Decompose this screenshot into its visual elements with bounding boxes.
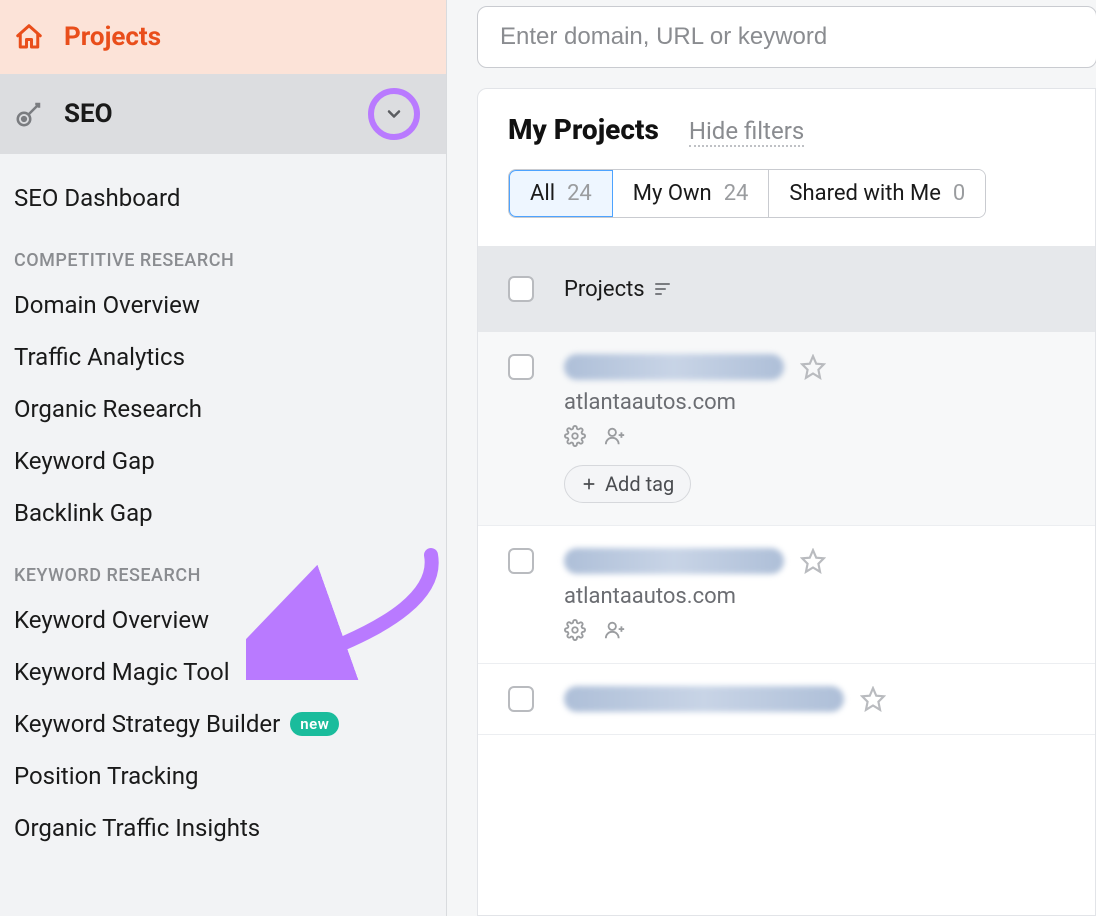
add-tag-button[interactable]: Add tag xyxy=(564,465,691,503)
home-icon xyxy=(14,22,44,52)
project-domain: atlantaautos.com xyxy=(564,584,1065,609)
projects-panel: My Projects Hide filters All 24 My Own 2… xyxy=(477,88,1096,916)
column-projects[interactable]: Projects xyxy=(564,277,673,302)
tab-my-own-label: My Own xyxy=(633,181,712,206)
nav-domain-overview[interactable]: Domain Overview xyxy=(14,279,432,331)
tab-my-own-count: 24 xyxy=(724,181,749,206)
star-icon[interactable] xyxy=(860,686,886,712)
search-input[interactable] xyxy=(477,6,1096,68)
gear-icon[interactable] xyxy=(564,425,586,447)
star-icon[interactable] xyxy=(800,548,826,574)
sidebar-nav-list: SEO Dashboard COMPETITIVE RESEARCH Domai… xyxy=(0,154,446,854)
nav-keyword-magic-tool[interactable]: Keyword Magic Tool xyxy=(14,646,432,698)
project-name-redacted xyxy=(564,548,784,574)
add-tag-label: Add tag xyxy=(605,472,674,496)
plus-icon xyxy=(581,476,597,492)
section-competitive-research: COMPETITIVE RESEARCH xyxy=(14,224,432,279)
project-row[interactable]: atlantaautos.com xyxy=(478,526,1095,664)
panel-title: My Projects xyxy=(508,113,659,146)
nav-keyword-gap[interactable]: Keyword Gap xyxy=(14,435,432,487)
project-name-redacted xyxy=(564,686,844,712)
nav-seo-label: SEO xyxy=(64,99,113,129)
select-all-checkbox[interactable] xyxy=(508,276,534,302)
add-user-icon[interactable] xyxy=(604,425,626,447)
nav-organic-research[interactable]: Organic Research xyxy=(14,383,432,435)
column-projects-label: Projects xyxy=(564,277,645,302)
badge-new: new xyxy=(290,712,339,736)
project-row[interactable] xyxy=(478,664,1095,735)
nav-keyword-overview[interactable]: Keyword Overview xyxy=(14,594,432,646)
nav-seo-section[interactable]: SEO xyxy=(0,74,446,154)
nav-keyword-strategy-label: Keyword Strategy Builder xyxy=(14,710,280,738)
nav-traffic-analytics[interactable]: Traffic Analytics xyxy=(14,331,432,383)
add-user-icon[interactable] xyxy=(604,619,626,641)
row-checkbox[interactable] xyxy=(508,354,534,380)
filter-tabs: All 24 My Own 24 Shared with Me 0 xyxy=(508,169,986,218)
tab-shared[interactable]: Shared with Me 0 xyxy=(769,170,985,217)
project-rows: atlantaautos.com Add tag xyxy=(478,332,1095,915)
main-content: My Projects Hide filters All 24 My Own 2… xyxy=(447,0,1096,916)
project-row[interactable]: atlantaautos.com Add tag xyxy=(478,332,1095,526)
tab-my-own[interactable]: My Own 24 xyxy=(613,170,770,217)
gear-icon[interactable] xyxy=(564,619,586,641)
project-name-redacted xyxy=(564,354,784,380)
nav-projects-label: Projects xyxy=(64,22,161,52)
tab-shared-label: Shared with Me xyxy=(789,181,940,206)
target-key-icon xyxy=(14,99,44,129)
nav-organic-traffic-insights[interactable]: Organic Traffic Insights xyxy=(14,802,432,854)
nav-backlink-gap[interactable]: Backlink Gap xyxy=(14,487,432,539)
tab-all-count: 24 xyxy=(567,181,592,206)
sort-icon xyxy=(655,282,673,296)
section-keyword-research: KEYWORD RESEARCH xyxy=(14,539,432,594)
star-icon[interactable] xyxy=(800,354,826,380)
tab-shared-count: 0 xyxy=(953,181,965,206)
project-domain: atlantaautos.com xyxy=(564,390,1065,415)
nav-seo-dashboard[interactable]: SEO Dashboard xyxy=(14,172,432,224)
row-checkbox[interactable] xyxy=(508,548,534,574)
table-header: Projects xyxy=(478,246,1095,332)
row-checkbox[interactable] xyxy=(508,686,534,712)
nav-keyword-strategy-builder[interactable]: Keyword Strategy Builder new xyxy=(14,698,432,750)
chevron-down-icon xyxy=(384,104,404,124)
hide-filters-link[interactable]: Hide filters xyxy=(689,117,804,147)
sidebar: Projects SEO SEO Dashboard COMPETITIVE R… xyxy=(0,0,447,916)
tab-all-label: All xyxy=(530,181,555,206)
nav-projects[interactable]: Projects xyxy=(0,0,446,74)
nav-position-tracking[interactable]: Position Tracking xyxy=(14,750,432,802)
tab-all[interactable]: All 24 xyxy=(508,169,614,218)
seo-collapse-toggle[interactable] xyxy=(368,88,420,140)
